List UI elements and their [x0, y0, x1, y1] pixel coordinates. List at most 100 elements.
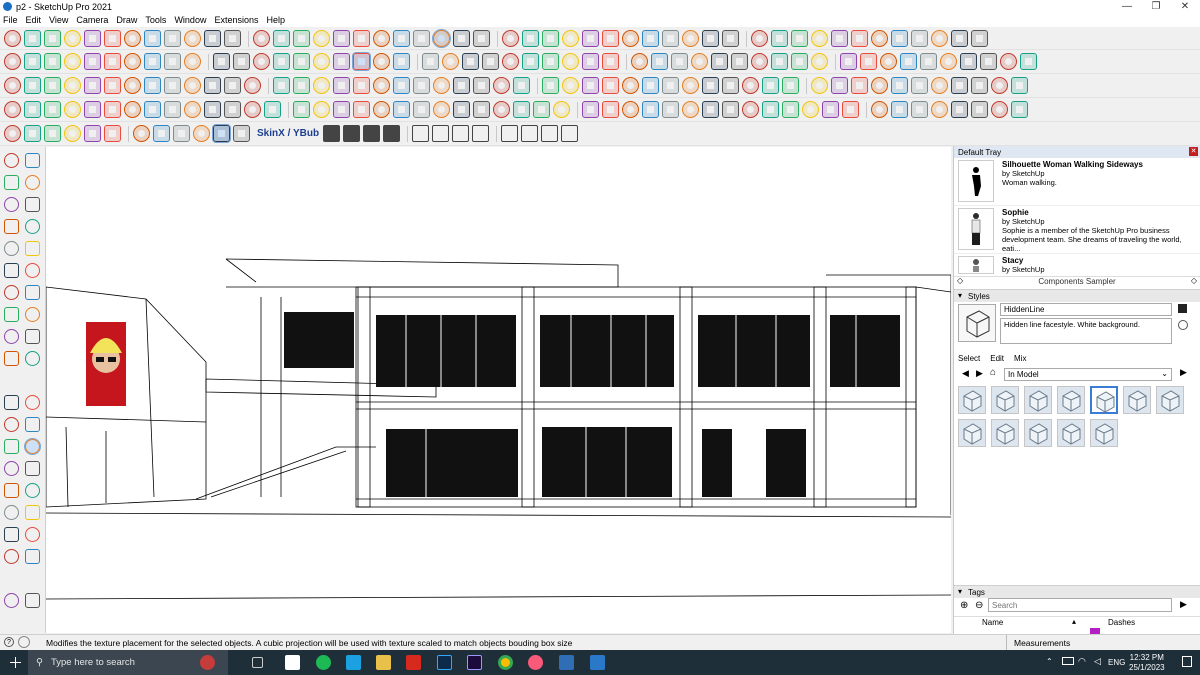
file-explorer-icon[interactable] — [376, 655, 391, 670]
toolbar-tool-icon[interactable] — [473, 101, 490, 118]
toolbar-tool-icon[interactable] — [542, 30, 559, 47]
style-thumbnail[interactable] — [1024, 419, 1052, 447]
left-tool-icon[interactable] — [4, 395, 19, 410]
toolbar-tool-icon[interactable] — [164, 53, 181, 70]
toolbar-tool-icon[interactable] — [462, 53, 479, 70]
left-tool-icon[interactable] — [4, 461, 19, 476]
toolbar-tool-icon[interactable] — [393, 53, 410, 70]
toolbar-tool-icon[interactable] — [164, 101, 181, 118]
forward-icon[interactable]: ◇ — [1191, 276, 1197, 285]
measurements-box[interactable]: Measurements — [1006, 635, 1200, 651]
toolbar-tool-icon[interactable] — [1011, 101, 1028, 118]
column-name[interactable]: Name — [982, 618, 1003, 627]
toolbar-tool-icon[interactable] — [891, 77, 908, 94]
toolbar-tool-icon[interactable] — [562, 30, 579, 47]
toolbar-tool-icon[interactable] — [373, 53, 390, 70]
toolbar-tool-icon[interactable] — [561, 125, 579, 142]
sketchup-taskbar-icon[interactable] — [559, 655, 574, 670]
left-tool-icon[interactable] — [4, 351, 19, 366]
left-tool-icon[interactable] — [4, 417, 19, 432]
styles-section-header[interactable]: Styles — [954, 289, 1200, 302]
style-thumbnail[interactable] — [1057, 386, 1085, 414]
menu-camera[interactable]: Camera — [76, 15, 108, 25]
photos-icon[interactable] — [590, 655, 605, 670]
style-thumbnail[interactable] — [991, 386, 1019, 414]
left-tool-icon[interactable] — [4, 219, 19, 234]
components-sampler-label[interactable]: Components Sampler — [954, 276, 1200, 288]
toolbar-tool-icon[interactable] — [871, 30, 888, 47]
toolbar-tool-icon[interactable] — [840, 53, 857, 70]
wifi-icon[interactable]: ◠ — [1078, 656, 1086, 667]
toolbar-tool-icon[interactable] — [642, 30, 659, 47]
toolbar-tool-icon[interactable] — [662, 101, 679, 118]
toolbar-tool-icon[interactable] — [522, 53, 539, 70]
toolbar-tool-icon[interactable] — [393, 77, 410, 94]
left-tool-icon[interactable] — [4, 197, 19, 212]
toolbar-tool-icon[interactable] — [911, 30, 928, 47]
pinned-app-icon[interactable] — [200, 655, 215, 670]
toolbar-tool-icon[interactable] — [682, 77, 699, 94]
left-tool-icon[interactable] — [25, 505, 40, 520]
toolbar-tool-icon[interactable] — [622, 77, 639, 94]
toolbar-tool-icon[interactable] — [244, 101, 261, 118]
toolbar-tool-icon[interactable] — [253, 53, 270, 70]
left-tool-icon[interactable] — [25, 219, 40, 234]
chrome-icon[interactable] — [498, 655, 513, 670]
close-icon[interactable]: ✕ — [1170, 0, 1200, 13]
toolbar-tool-icon[interactable] — [204, 30, 221, 47]
minimize-icon[interactable]: — — [1112, 0, 1142, 13]
spotify-icon[interactable] — [316, 655, 331, 670]
toolbar-tool-icon[interactable] — [193, 125, 210, 142]
taskbar-search[interactable]: ⚲ Type here to search — [28, 650, 228, 675]
menu-edit[interactable]: Edit — [26, 15, 42, 25]
toolbar-tool-icon[interactable] — [662, 30, 679, 47]
toolbar-tool-icon[interactable] — [383, 125, 401, 142]
left-tool-icon[interactable] — [25, 417, 40, 432]
toolbar-tool-icon[interactable] — [811, 30, 828, 47]
help-icon[interactable]: ? — [4, 637, 14, 647]
toolbar-tool-icon[interactable] — [493, 101, 510, 118]
toolbar-tool-icon[interactable] — [293, 30, 310, 47]
toolbar-tool-icon[interactable] — [24, 101, 41, 118]
sort-up-icon[interactable]: ▴ — [1072, 617, 1076, 626]
toolbar-tool-icon[interactable] — [44, 30, 61, 47]
toolbar-tool-icon[interactable] — [44, 53, 61, 70]
toolbar-tool-icon[interactable] — [622, 30, 639, 47]
toolbar-tool-icon[interactable] — [900, 53, 917, 70]
toolbar-tool-icon[interactable] — [412, 125, 430, 142]
style-thumbnail[interactable] — [1090, 386, 1118, 414]
tags-search-input[interactable] — [988, 598, 1172, 612]
toolbar-tool-icon[interactable] — [353, 101, 370, 118]
left-tool-icon[interactable] — [25, 197, 40, 212]
language-indicator[interactable]: ENG — [1108, 658, 1125, 667]
toolbar-tool-icon[interactable] — [313, 77, 330, 94]
toolbar-tool-icon[interactable] — [413, 77, 430, 94]
menu-tools[interactable]: Tools — [145, 15, 166, 25]
left-tool-icon[interactable] — [4, 153, 19, 168]
toolbar-tool-icon[interactable] — [493, 77, 510, 94]
left-tool-icon[interactable] — [4, 527, 19, 542]
toolbar-tool-icon[interactable] — [124, 30, 141, 47]
toolbar-tool-icon[interactable] — [44, 77, 61, 94]
forward-icon[interactable]: ▶ — [976, 368, 983, 379]
toolbar-tool-icon[interactable] — [782, 101, 799, 118]
toolbar-tool-icon[interactable] — [224, 30, 241, 47]
toolbar-tool-icon[interactable] — [104, 53, 121, 70]
toolbar-tool-icon[interactable] — [24, 53, 41, 70]
battery-icon[interactable] — [1062, 657, 1074, 665]
toolbar-tool-icon[interactable] — [432, 125, 450, 142]
toolbar-tool-icon[interactable] — [352, 52, 371, 71]
toolbar-tool-icon[interactable] — [971, 30, 988, 47]
toolbar-tool-icon[interactable] — [582, 77, 599, 94]
toolbar-tool-icon[interactable] — [971, 77, 988, 94]
toolbar-tool-icon[interactable] — [244, 77, 261, 94]
toolbar-tool-icon[interactable] — [184, 30, 201, 47]
toolbar-tool-icon[interactable] — [333, 30, 350, 47]
photoshop-icon[interactable] — [437, 655, 452, 670]
toolbar-tool-icon[interactable] — [124, 53, 141, 70]
toolbar-tool-icon[interactable] — [273, 77, 290, 94]
details-arrow-icon[interactable]: ▶ — [1180, 599, 1187, 610]
toolbar-tool-icon[interactable] — [233, 125, 250, 142]
toolbar-tool-icon[interactable] — [4, 77, 21, 94]
volume-icon[interactable]: ◁ — [1094, 656, 1101, 667]
